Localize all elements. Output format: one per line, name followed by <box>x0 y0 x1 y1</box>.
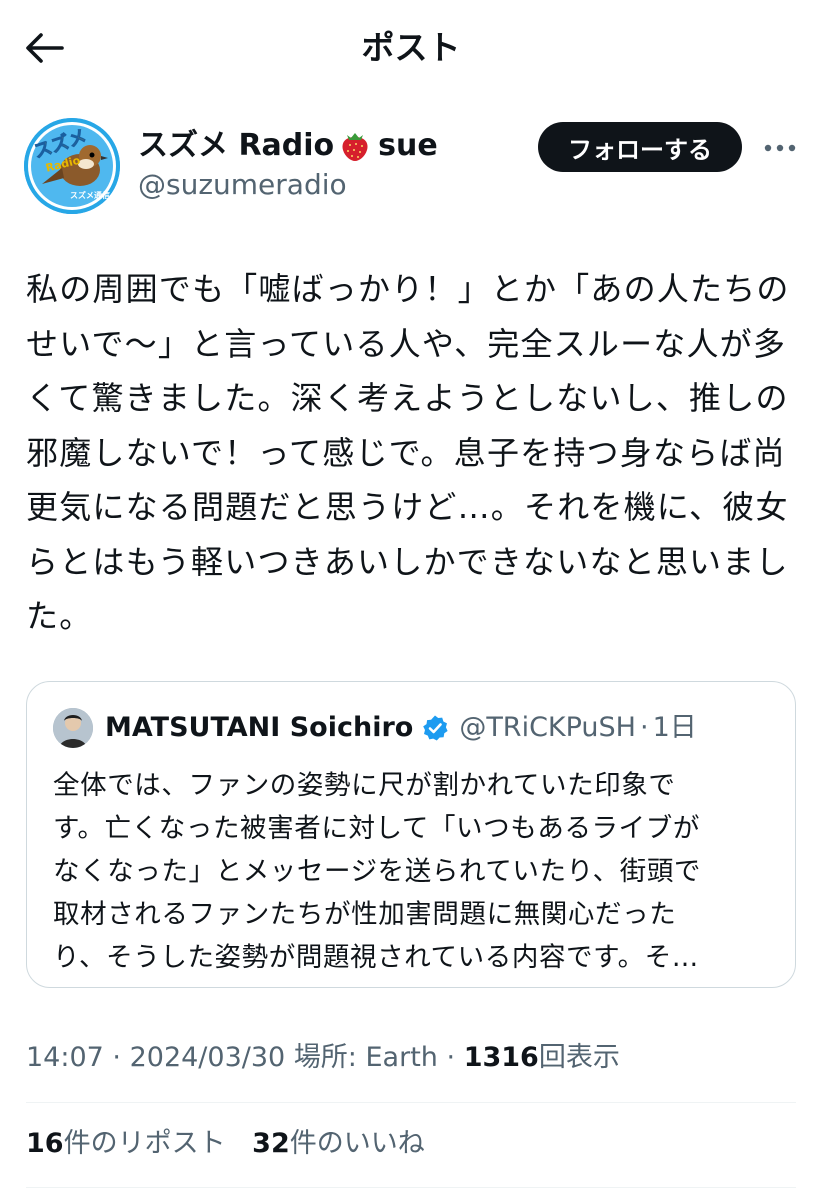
divider <box>26 1187 796 1188</box>
likes-stat[interactable]: 32件のいいね <box>252 1128 425 1159</box>
page-title: ポスト <box>361 28 461 67</box>
separator-dot: · <box>112 1042 121 1073</box>
quoted-post-time: 1日 <box>652 712 697 743</box>
quoted-text-line: 取材されるファンたちが性加害問題に無関心だった <box>53 899 677 930</box>
author-display-name[interactable]: スズメ Radio sue <box>138 126 438 166</box>
quoted-post-header: MATSUTANI Soichiro @TRiCKPuSH · 1日 <box>105 710 697 746</box>
avatar-caption: スズメ通信 <box>70 190 110 200</box>
post-text-line: くて驚きました。深く考えようとしないし、推しの <box>26 379 789 417</box>
quoted-post-text: 全体では、ファンの姿勢に尺が割かれていた印象で す。亡くなった被害者に対して「い… <box>53 764 783 979</box>
quoted-author-name: MATSUTANI Soichiro <box>105 712 414 743</box>
author-avatar[interactable]: スズメ Radio スズメ通信 <box>24 118 120 214</box>
verified-badge-icon <box>421 714 449 742</box>
post-text-line: せいで〜」と言っている人や、完全スルーな人が多 <box>26 324 787 363</box>
quoted-post-card[interactable]: MATSUTANI Soichiro @TRiCKPuSH · 1日 全体では、… <box>26 681 796 988</box>
reposts-label: 件のリポスト <box>63 1128 226 1159</box>
post-text-line: 邪魔しないで！って感じで。息子を持つ身ならば尚 <box>26 433 786 472</box>
reposts-count: 16 <box>26 1128 64 1159</box>
likes-label: 件のいいね <box>289 1128 425 1159</box>
quoted-text-line: なくなった」とメッセージを送られていたり、街頭で <box>53 856 702 887</box>
author-name-suffix: sue <box>378 128 438 163</box>
more-options-button[interactable] <box>760 128 800 168</box>
post-meta: 14:07 · 2024/03/30 場所: Earth · 1316回表示 <box>26 1038 620 1078</box>
separator-dot: · <box>446 1042 456 1073</box>
quoted-text-line: り、そうした姿勢が問題視されている内容です。そ… <box>53 942 699 973</box>
post-text-line: 更気になる問題だと思うけど…。それを機に、彼女 <box>26 488 789 526</box>
post-text: 私の周囲でも「嘘ばっかり！」とか「あの人たちの せいで〜」と言っている人や、完全… <box>26 262 802 644</box>
quoted-text-line: す。亡くなった被害者に対して「いつもあるライブが <box>53 813 700 844</box>
post-text-line: た。 <box>26 597 93 635</box>
quoted-author-avatar <box>53 708 93 748</box>
reposts-stat[interactable]: 16件のリポスト <box>26 1128 226 1159</box>
post-location: 場所: Earth <box>293 1042 438 1073</box>
top-bar: ポスト <box>0 0 822 96</box>
post-time[interactable]: 14:07 <box>26 1042 104 1073</box>
author-name-part: スズメ Radio <box>138 128 335 163</box>
likes-count: 32 <box>252 1128 290 1159</box>
post-text-line: 私の周囲でも「嘘ばっかり！」とか「あの人たちの <box>26 270 790 308</box>
follow-button[interactable]: フォローする <box>538 122 742 172</box>
quoted-author-handle: @TRiCKPuSH <box>459 712 636 743</box>
divider <box>26 1102 796 1103</box>
strawberry-emoji-icon <box>338 129 372 163</box>
separator-dot: · <box>640 712 649 743</box>
quoted-text-line: 全体では、ファンの姿勢に尺が割かれていた印象で <box>53 770 676 801</box>
post-date[interactable]: 2024/03/30 <box>130 1042 286 1073</box>
views-label: 回表示 <box>538 1042 620 1073</box>
author-handle[interactable]: @suzumeradio <box>138 166 347 204</box>
engagement-stats: 16件のリポスト 32件のいいね <box>26 1124 443 1164</box>
views-count: 1316 <box>463 1042 539 1073</box>
post-text-line: らとはもう軽いつきあいしかできないなと思いまし <box>26 542 789 581</box>
more-dots-icon <box>764 144 796 152</box>
sparrow-avatar-image: スズメ Radio スズメ通信 <box>24 118 120 214</box>
